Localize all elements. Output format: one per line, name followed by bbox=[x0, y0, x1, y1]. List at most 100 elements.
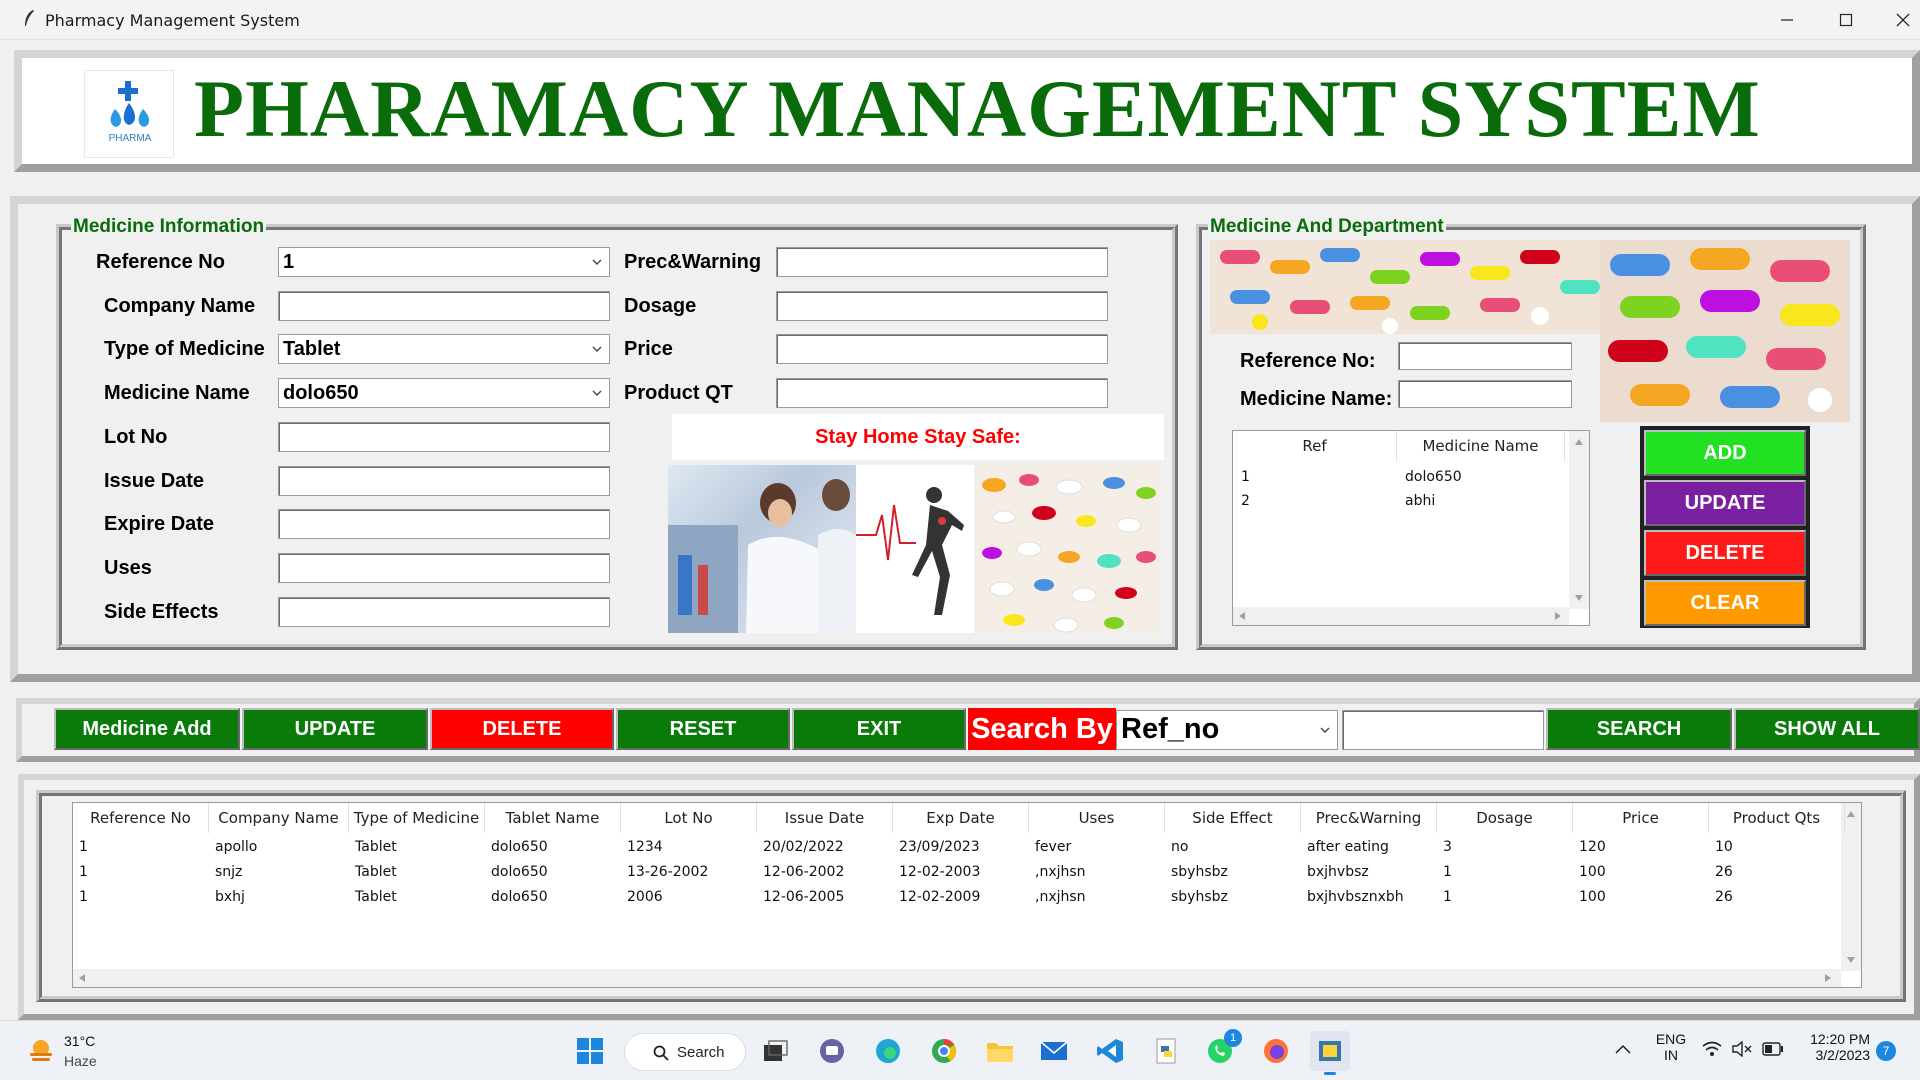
records-col-2[interactable]: Type of Medicine bbox=[349, 803, 485, 833]
table-cell[interactable]: Tablet bbox=[355, 889, 397, 905]
delete-button[interactable]: DELETE bbox=[1644, 530, 1806, 576]
firefox-button[interactable] bbox=[1256, 1031, 1296, 1071]
whatsapp-button[interactable]: 1 bbox=[1200, 1029, 1242, 1071]
records-col-12[interactable]: Product Qts bbox=[1709, 803, 1845, 833]
table-cell[interactable]: fever bbox=[1035, 839, 1071, 855]
table-cell[interactable]: bxjhvbsznxbh bbox=[1307, 889, 1404, 905]
records-col-9[interactable]: Prec&Warning bbox=[1301, 803, 1437, 833]
table-cell[interactable]: 1 bbox=[1443, 889, 1452, 905]
chrome-button[interactable] bbox=[924, 1031, 964, 1071]
table-cell[interactable]: 23/09/2023 bbox=[899, 839, 980, 855]
uses-field[interactable] bbox=[278, 553, 610, 583]
table-cell[interactable]: bxhj bbox=[215, 889, 245, 905]
teams-button[interactable] bbox=[812, 1031, 852, 1071]
table-cell[interactable]: Tablet bbox=[355, 864, 397, 880]
records-col-6[interactable]: Exp Date bbox=[893, 803, 1029, 833]
table-cell[interactable]: bxjhvbsz bbox=[1307, 864, 1369, 880]
table-cell[interactable]: 12-06-2005 bbox=[763, 889, 844, 905]
records-col-3[interactable]: Tablet Name bbox=[485, 803, 621, 833]
prec-warning-field[interactable] bbox=[776, 247, 1108, 277]
dosage-field[interactable] bbox=[776, 291, 1108, 321]
table-cell[interactable]: 13-26-2002 bbox=[627, 864, 708, 880]
table-cell[interactable]: 12-02-2003 bbox=[899, 864, 980, 880]
clear-button[interactable]: CLEAR bbox=[1644, 580, 1806, 626]
reference-no-combo[interactable]: 1 bbox=[278, 247, 610, 277]
update-button[interactable]: UPDATE bbox=[1644, 480, 1806, 526]
records-col-10[interactable]: Dosage bbox=[1437, 803, 1573, 833]
records-col-4[interactable]: Lot No bbox=[621, 803, 757, 833]
table-cell[interactable]: ,nxjhsn bbox=[1035, 864, 1086, 880]
table-cell[interactable]: 1 bbox=[1443, 864, 1452, 880]
table-cell[interactable]: sbyhsbz bbox=[1171, 889, 1228, 905]
table-cell[interactable]: 20/02/2022 bbox=[763, 839, 844, 855]
dept-row-2-name[interactable]: abhi bbox=[1405, 493, 1435, 509]
vscode-button[interactable] bbox=[1090, 1031, 1130, 1071]
medicine-add-button[interactable]: Medicine Add bbox=[54, 708, 240, 750]
table-cell[interactable]: no bbox=[1171, 839, 1188, 855]
product-qt-field[interactable] bbox=[776, 378, 1108, 408]
dept-horizontal-scrollbar[interactable] bbox=[1233, 607, 1569, 625]
speaker-muted-icon[interactable] bbox=[1732, 1041, 1752, 1057]
mail-button[interactable] bbox=[1034, 1031, 1074, 1071]
toolbar-update-button[interactable]: UPDATE bbox=[242, 708, 428, 750]
table-cell[interactable]: apollo bbox=[215, 839, 257, 855]
minimize-button[interactable] bbox=[1764, 4, 1810, 36]
language-indicator[interactable]: ENG IN bbox=[1652, 1031, 1690, 1063]
table-cell[interactable]: 120 bbox=[1579, 839, 1606, 855]
taskbar-search[interactable]: Search bbox=[624, 1033, 746, 1071]
medicine-name-combo[interactable]: dolo650 bbox=[278, 378, 610, 408]
reset-button[interactable]: RESET bbox=[616, 708, 790, 750]
show-all-button[interactable]: SHOW ALL bbox=[1734, 708, 1920, 750]
weather-desc[interactable]: Haze bbox=[64, 1053, 97, 1069]
table-cell[interactable]: 1234 bbox=[627, 839, 663, 855]
task-view-button[interactable] bbox=[756, 1031, 796, 1071]
dept-row-1-ref[interactable]: 1 bbox=[1241, 469, 1250, 485]
exit-button[interactable]: EXIT bbox=[792, 708, 966, 750]
table-cell[interactable]: snjz bbox=[215, 864, 242, 880]
add-button[interactable]: ADD bbox=[1644, 430, 1806, 476]
start-button[interactable] bbox=[570, 1031, 610, 1071]
expire-date-field[interactable] bbox=[278, 509, 610, 539]
table-cell[interactable]: dolo650 bbox=[491, 889, 548, 905]
lot-no-field[interactable] bbox=[278, 422, 610, 452]
table-cell[interactable]: 26 bbox=[1715, 864, 1733, 880]
table-cell[interactable]: 1 bbox=[79, 864, 88, 880]
table-cell[interactable]: 2006 bbox=[627, 889, 663, 905]
table-cell[interactable]: 3 bbox=[1443, 839, 1452, 855]
table-cell[interactable]: 1 bbox=[79, 889, 88, 905]
dept-row-2-ref[interactable]: 2 bbox=[1241, 493, 1250, 509]
search-by-combo[interactable]: Ref_no bbox=[1116, 710, 1338, 750]
clock[interactable]: 12:20 PM 3/2/2023 bbox=[1800, 1031, 1870, 1063]
edge-button[interactable] bbox=[868, 1031, 908, 1071]
table-cell[interactable]: 1 bbox=[79, 839, 88, 855]
table-cell[interactable]: 10 bbox=[1715, 839, 1733, 855]
records-col-5[interactable]: Issue Date bbox=[757, 803, 893, 833]
price-field[interactable] bbox=[776, 334, 1108, 364]
python-idle-button[interactable] bbox=[1146, 1031, 1186, 1071]
wifi-icon[interactable] bbox=[1702, 1041, 1722, 1057]
type-of-medicine-combo[interactable]: Tablet bbox=[278, 334, 610, 364]
table-cell[interactable]: after eating bbox=[1307, 839, 1389, 855]
records-table[interactable]: Reference No Company Name Type of Medicine… bbox=[72, 802, 1862, 988]
company-name-field[interactable] bbox=[278, 291, 610, 321]
table-cell[interactable]: ,nxjhsn bbox=[1035, 889, 1086, 905]
dept-col-medicine-name[interactable]: Medicine Name bbox=[1397, 431, 1565, 461]
dept-col-ref[interactable]: Ref bbox=[1233, 431, 1397, 461]
file-explorer-button[interactable] bbox=[980, 1031, 1020, 1071]
table-cell[interactable]: 26 bbox=[1715, 889, 1733, 905]
search-input[interactable] bbox=[1342, 710, 1544, 750]
table-cell[interactable]: dolo650 bbox=[491, 864, 548, 880]
search-button[interactable]: SEARCH bbox=[1546, 708, 1732, 750]
toolbar-delete-button[interactable]: DELETE bbox=[430, 708, 614, 750]
maximize-button[interactable] bbox=[1823, 4, 1869, 36]
close-button[interactable] bbox=[1880, 4, 1920, 36]
chevron-up-icon[interactable] bbox=[1614, 1043, 1632, 1055]
side-effects-field[interactable] bbox=[278, 597, 610, 627]
records-col-1[interactable]: Company Name bbox=[209, 803, 349, 833]
issue-date-field[interactable] bbox=[278, 466, 610, 496]
dept-medicine-name-field[interactable] bbox=[1398, 380, 1572, 408]
notification-badge[interactable]: 7 bbox=[1876, 1041, 1896, 1061]
table-cell[interactable]: 12-06-2002 bbox=[763, 864, 844, 880]
table-cell[interactable]: 100 bbox=[1579, 864, 1606, 880]
table-cell[interactable]: 100 bbox=[1579, 889, 1606, 905]
